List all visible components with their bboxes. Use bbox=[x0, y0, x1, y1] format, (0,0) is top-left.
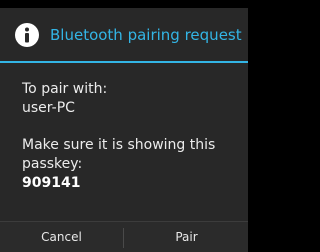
cancel-button[interactable]: Cancel bbox=[0, 222, 123, 252]
passkey-instruction: Make sure it is showing this passkey: bbox=[22, 137, 216, 172]
passkey-value: 909141 bbox=[22, 175, 81, 191]
dialog-button-bar: Cancel Pair bbox=[0, 221, 248, 252]
pair-with-label: To pair with: bbox=[22, 81, 108, 97]
pair-button[interactable]: Pair bbox=[125, 222, 248, 252]
button-divider bbox=[123, 228, 124, 248]
status-bar bbox=[0, 0, 248, 8]
device-name: user-PC bbox=[22, 100, 75, 116]
dialog-title-bar: Bluetooth pairing request bbox=[0, 8, 248, 62]
dialog-title: Bluetooth pairing request bbox=[50, 26, 242, 44]
bluetooth-pairing-dialog: Bluetooth pairing request To pair with: … bbox=[0, 0, 248, 252]
info-icon bbox=[15, 23, 39, 47]
dialog-message: To pair with: user-PC Make sure it is sh… bbox=[22, 80, 244, 193]
title-divider bbox=[0, 61, 248, 63]
